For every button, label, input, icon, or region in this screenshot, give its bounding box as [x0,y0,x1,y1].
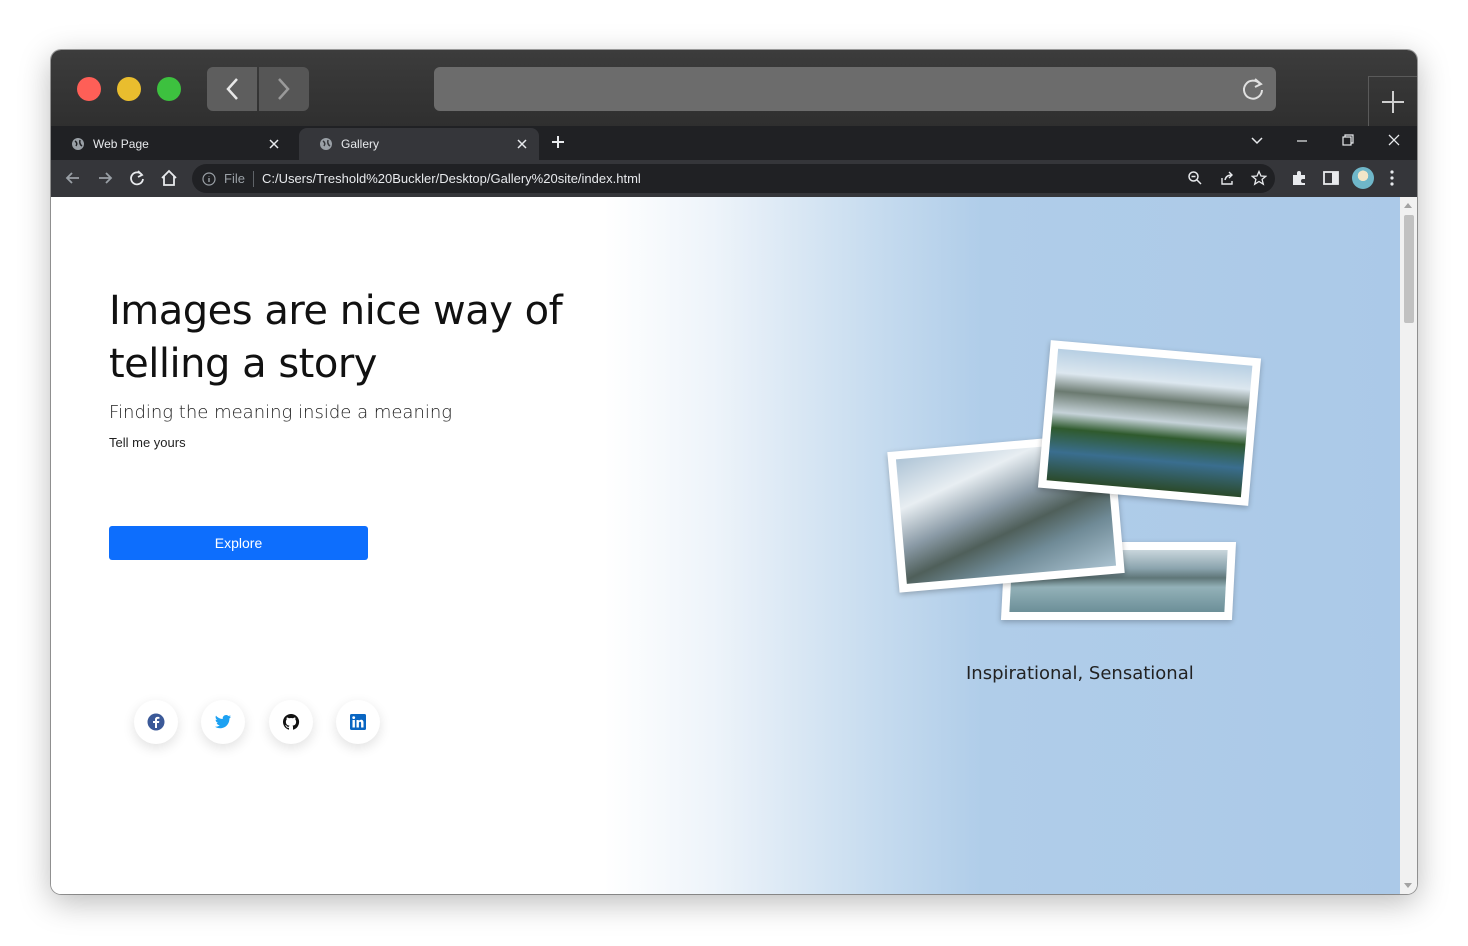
plus-icon [1382,91,1404,113]
mac-back-button[interactable] [207,67,257,111]
linkedin-link[interactable] [336,700,380,744]
scheme-label: File [224,171,245,186]
mac-new-tab-button[interactable] [1368,76,1417,127]
zoom-out-icon[interactable] [1187,170,1203,186]
page-scrollbar[interactable] [1400,197,1417,894]
more-vertical-icon[interactable] [1389,169,1395,187]
globe-icon [320,138,332,150]
omnibox-actions [1187,170,1267,186]
facebook-link[interactable] [134,700,178,744]
extensions-puzzle-icon[interactable] [1290,169,1308,187]
tab-search-chevron-icon[interactable] [1250,133,1264,147]
close-window-button[interactable] [77,77,101,101]
address-bar[interactable]: File C:/Users/Treshold%20Buckler/Desktop… [192,164,1275,193]
mac-forward-button[interactable] [259,67,309,111]
photo-glacier-valley[interactable] [1037,340,1262,506]
side-panel-icon[interactable] [1322,169,1340,187]
reload-icon[interactable] [128,169,146,187]
twitter-icon [215,715,231,729]
back-arrow-icon[interactable] [64,169,82,187]
forward-arrow-icon[interactable] [96,169,114,187]
facebook-icon [147,713,165,731]
chevron-right-icon [278,78,290,100]
mac-title-bar [51,50,1417,127]
explore-button[interactable]: Explore [109,526,368,560]
tab-label: Gallery [341,137,380,151]
scroll-up-arrow[interactable] [1404,203,1412,208]
mac-url-field[interactable] [434,67,1276,111]
tab-strip: Web Page Gallery [51,126,1417,160]
scroll-thumb[interactable] [1404,215,1414,323]
close-icon[interactable] [269,139,279,149]
browser-toolbar: File C:/Users/Treshold%20Buckler/Desktop… [51,160,1417,197]
info-icon[interactable] [202,171,216,186]
close-icon[interactable] [517,139,527,149]
zoom-window-button[interactable] [157,77,181,101]
home-icon[interactable] [160,169,178,187]
browser-window: Web Page Gallery File C:/Users/Treshold%… [51,50,1417,894]
url-text[interactable]: C:/Users/Treshold%20Buckler/Desktop/Gall… [262,171,641,186]
chevron-left-icon [226,78,238,100]
twitter-link[interactable] [201,700,245,744]
scroll-down-arrow[interactable] [1404,883,1412,888]
linkedin-icon [350,714,366,730]
page-viewport: Images are nice way of telling a story F… [51,197,1400,894]
globe-icon [72,138,84,150]
page-tagline: Tell me yours [109,435,186,450]
tab-gallery[interactable]: Gallery [299,128,539,160]
divider [252,170,254,187]
page-title: Images are nice way of telling a story [109,288,563,387]
close-icon[interactable] [1387,133,1401,147]
collage-caption: Inspirational, Sensational [966,663,1194,684]
tab-web-page[interactable]: Web Page [51,128,291,160]
star-icon[interactable] [1251,170,1267,186]
share-icon[interactable] [1219,170,1235,186]
avatar[interactable] [1352,167,1374,189]
tab-label: Web Page [93,137,149,151]
new-tab-plus-icon[interactable] [550,134,566,150]
github-link[interactable] [269,700,313,744]
reload-icon[interactable] [1240,76,1266,102]
github-icon [282,713,300,730]
minimize-window-button[interactable] [117,77,141,101]
restore-icon[interactable] [1341,133,1355,147]
page-subtitle: Finding the meaning inside a meaning [109,402,453,423]
minimize-icon[interactable] [1295,133,1309,147]
